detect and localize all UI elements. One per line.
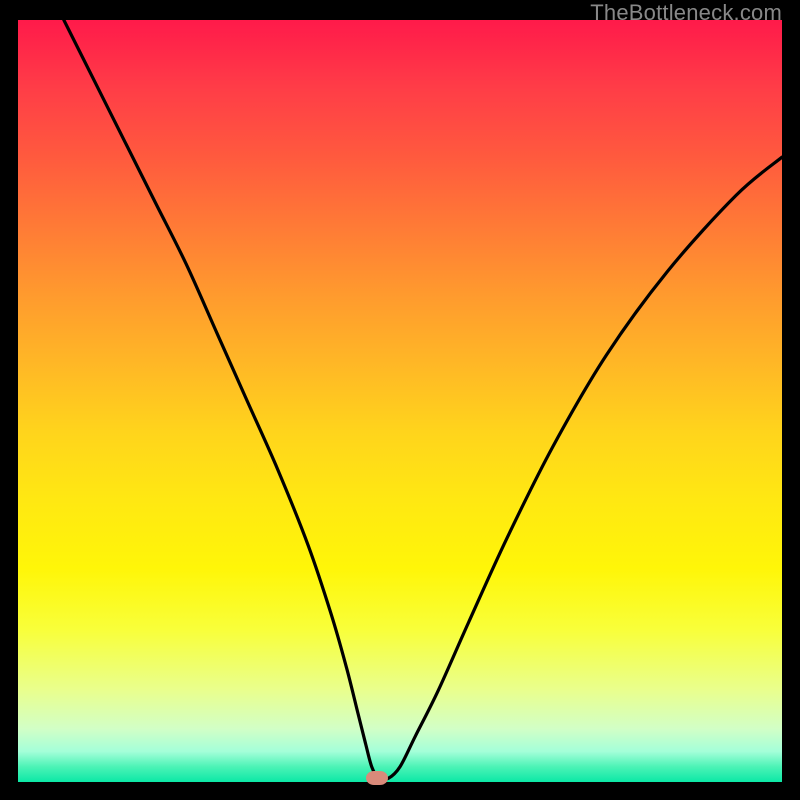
plot-area (18, 20, 782, 782)
bottleneck-curve (64, 20, 782, 780)
chart-container: TheBottleneck.com (0, 0, 800, 800)
optimal-point-marker (366, 771, 388, 785)
curve-svg (18, 20, 782, 782)
